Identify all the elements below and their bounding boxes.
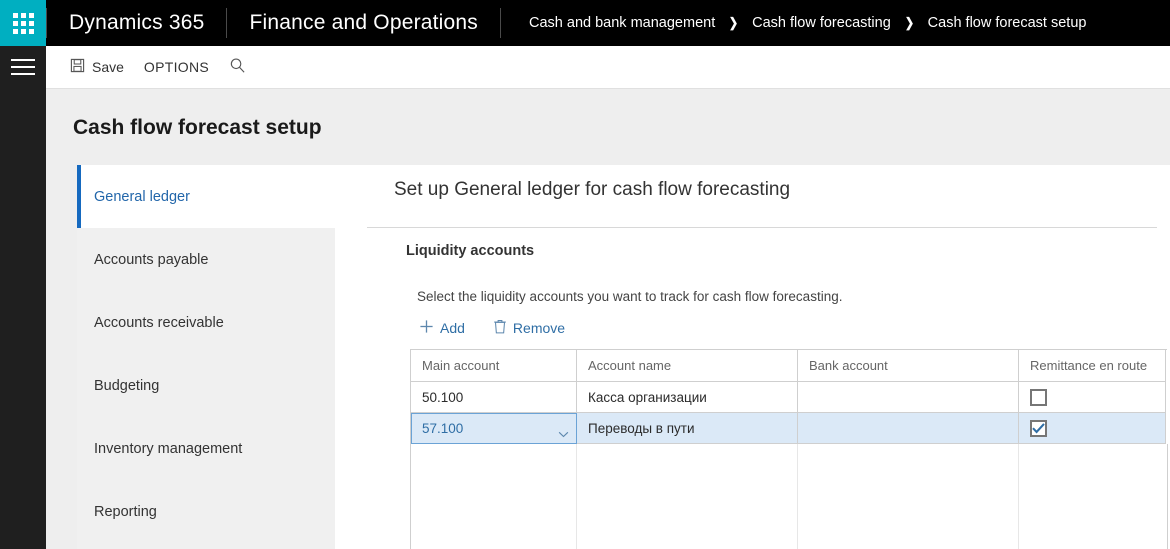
sidebar-item-accounts-receivable[interactable]: Accounts receivable bbox=[77, 291, 335, 354]
sidebar-item-inventory-management[interactable]: Inventory management bbox=[77, 417, 335, 480]
cell-main-account-value: 57.100 bbox=[422, 421, 464, 436]
table-row[interactable]: 50.100 Касса организации bbox=[411, 382, 1168, 413]
chevron-right-icon: ❯ bbox=[904, 15, 914, 30]
page-container: Cash flow forecast setup General ledger … bbox=[46, 89, 1170, 549]
module-name[interactable]: Finance and Operations bbox=[227, 0, 500, 46]
app-bar: Dynamics 365 Finance and Operations Cash… bbox=[0, 0, 1170, 46]
grid-empty-col bbox=[1019, 444, 1166, 549]
section-nav: General ledger Accounts payable Accounts… bbox=[77, 165, 335, 549]
breadcrumb: Cash and bank management ❯ Cash flow for… bbox=[501, 0, 1086, 46]
table-row[interactable]: 57.100 Переводы в пути bbox=[411, 413, 1168, 444]
options-button[interactable]: OPTIONS bbox=[134, 54, 219, 80]
page-title: Cash flow forecast setup bbox=[73, 116, 322, 139]
hamburger-icon[interactable] bbox=[11, 58, 35, 76]
sidebar-item-accounts-payable[interactable]: Accounts payable bbox=[77, 228, 335, 291]
add-label: Add bbox=[440, 320, 465, 336]
chevron-right-icon: ❯ bbox=[729, 15, 739, 30]
remove-label: Remove bbox=[512, 320, 566, 336]
remove-button[interactable]: Remove bbox=[487, 315, 571, 341]
content-heading: Set up General ledger for cash flow fore… bbox=[394, 179, 791, 200]
grid-empty-col bbox=[577, 444, 798, 549]
cell-account-name[interactable]: Касса организации bbox=[577, 382, 798, 413]
trash-icon bbox=[493, 319, 507, 337]
save-label: Save bbox=[92, 59, 124, 75]
search-icon bbox=[229, 57, 246, 77]
grid-empty-area bbox=[411, 444, 1168, 549]
sidebar-item-label: General ledger bbox=[94, 188, 190, 205]
table-header-row: Main account Account name Bank account R… bbox=[411, 350, 1168, 382]
cell-main-account[interactable]: 57.100 bbox=[411, 413, 577, 444]
column-header-bank-account[interactable]: Bank account bbox=[798, 350, 1019, 382]
cell-main-account[interactable]: 50.100 bbox=[411, 382, 577, 413]
cell-bank-account[interactable] bbox=[798, 382, 1019, 413]
product-name[interactable]: Dynamics 365 bbox=[47, 0, 226, 46]
sidebar-item-label: Reporting bbox=[94, 503, 157, 520]
cell-account-name[interactable]: Переводы в пути bbox=[577, 413, 798, 444]
remittance-checkbox[interactable] bbox=[1030, 388, 1047, 406]
breadcrumb-item-1[interactable]: Cash and bank management bbox=[529, 15, 715, 31]
sidebar-item-label: Budgeting bbox=[94, 377, 160, 394]
section-title: Liquidity accounts bbox=[406, 243, 535, 259]
sidebar-item-label: Accounts payable bbox=[94, 251, 209, 268]
cell-remittance-en-route[interactable] bbox=[1019, 413, 1166, 444]
cell-remittance-en-route[interactable] bbox=[1019, 382, 1166, 413]
column-header-remittance-en-route[interactable]: Remittance en route bbox=[1019, 350, 1166, 382]
command-toolbar: Save OPTIONS bbox=[46, 46, 1170, 89]
save-floppy-icon bbox=[70, 58, 85, 76]
column-header-account-name[interactable]: Account name bbox=[577, 350, 798, 382]
sidebar-item-budgeting[interactable]: Budgeting bbox=[77, 354, 335, 417]
search-button[interactable] bbox=[219, 52, 256, 82]
waffle-grid-icon[interactable] bbox=[0, 0, 46, 46]
remittance-checkbox[interactable] bbox=[1030, 419, 1047, 437]
column-header-main-account[interactable]: Main account bbox=[411, 350, 577, 382]
cell-bank-account[interactable] bbox=[798, 413, 1019, 444]
plus-icon bbox=[419, 319, 434, 337]
add-button[interactable]: Add bbox=[413, 315, 471, 341]
breadcrumb-item-3[interactable]: Cash flow forecast setup bbox=[928, 15, 1087, 31]
sidebar-item-label: Inventory management bbox=[94, 440, 243, 457]
grid-empty-col bbox=[411, 444, 577, 549]
divider bbox=[367, 227, 1157, 228]
check-icon bbox=[1032, 422, 1045, 434]
sidebar-item-label: Accounts receivable bbox=[94, 314, 224, 331]
chevron-down-icon[interactable] bbox=[558, 426, 569, 437]
liquidity-accounts-grid: Main account Account name Bank account R… bbox=[410, 349, 1168, 549]
sidebar-item-general-ledger[interactable]: General ledger bbox=[77, 165, 335, 228]
left-rail bbox=[0, 46, 46, 549]
sidebar-item-reporting[interactable]: Reporting bbox=[77, 480, 335, 543]
content-panel: Set up General ledger for cash flow fore… bbox=[335, 165, 1170, 549]
save-button[interactable]: Save bbox=[60, 53, 134, 81]
grid-toolbar: Add Remove bbox=[413, 315, 571, 341]
breadcrumb-item-2[interactable]: Cash flow forecasting bbox=[752, 15, 891, 31]
grid-empty-col bbox=[798, 444, 1019, 549]
section-description: Select the liquidity accounts you want t… bbox=[417, 289, 843, 304]
